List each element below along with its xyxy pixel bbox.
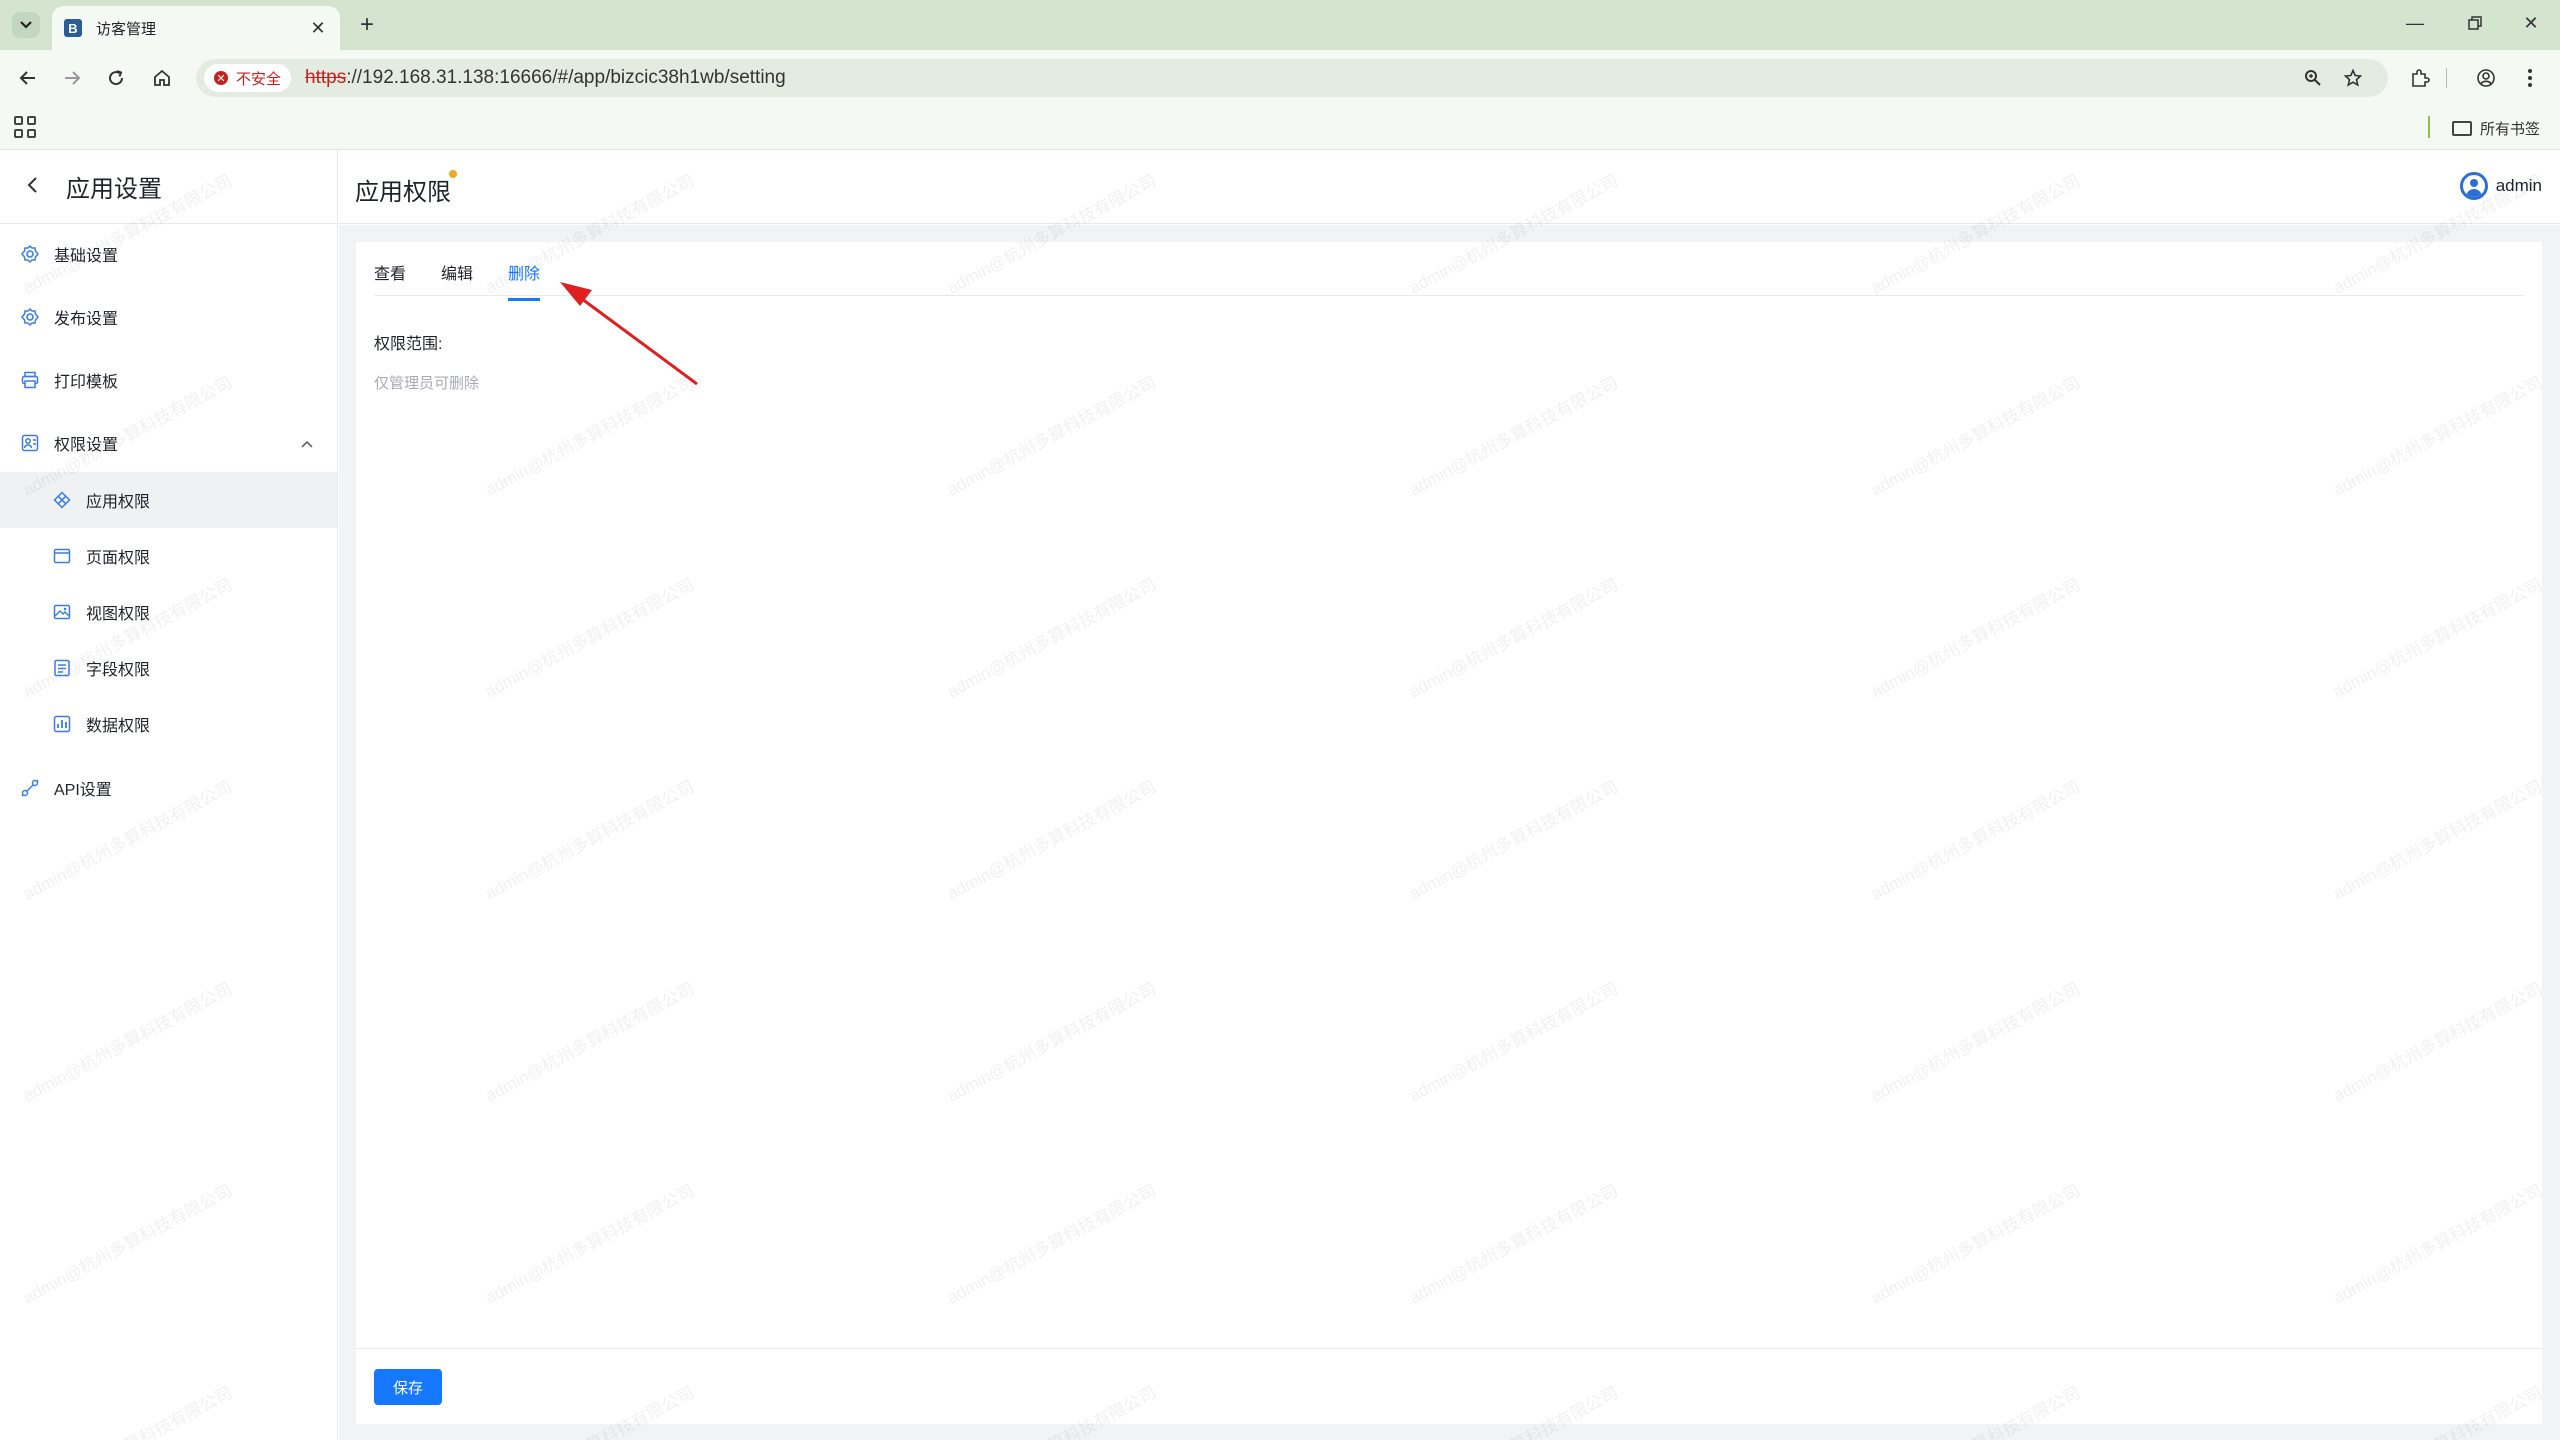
page-header: 应用权限 admin [339, 150, 2560, 224]
home-button[interactable] [146, 62, 178, 94]
extensions-button[interactable] [2404, 62, 2436, 94]
avatar-icon [2459, 172, 2488, 200]
url-text[interactable]: https://192.168.31.138:16666/#/app/bizci… [305, 67, 786, 89]
sidebar-subitem-data-permission[interactable]: 数据权限 [0, 696, 337, 752]
sidebar-subitem-view-permission[interactable]: 视图权限 [0, 584, 337, 640]
sidebar-subitem-label: 数据权限 [86, 718, 151, 735]
puzzle-icon [2412, 69, 2430, 87]
gear-icon [20, 244, 40, 264]
tab-search-button[interactable] [12, 12, 40, 38]
all-bookmarks-label: 所有书签 [2480, 120, 2541, 138]
sidebar-title: 应用设置 [66, 176, 162, 203]
permission-icon [20, 433, 40, 453]
new-tab-button[interactable]: + [352, 10, 382, 40]
printer-icon [20, 370, 40, 390]
security-chip[interactable]: ✕ 不安全 [204, 64, 292, 92]
permission-panel: 查看 编辑 删除 权限范围: 仅管理员可删除 保存 [356, 242, 2542, 1424]
url-scheme: https [305, 67, 347, 88]
sidebar-item-permission-settings[interactable]: 权限设置 [0, 415, 337, 471]
field-icon [52, 658, 72, 678]
profile-button[interactable] [2470, 62, 2502, 94]
toolbar-divider [2446, 68, 2447, 88]
sidebar-header: 应用设置 [0, 150, 337, 224]
sidebar-item-label: 权限设置 [54, 437, 119, 454]
sidebar-item-label: API设置 [54, 782, 112, 799]
close-tab-icon[interactable]: ✕ [308, 18, 328, 39]
app-permission-icon [52, 490, 72, 510]
all-bookmarks-button[interactable]: 所有书签 [2452, 116, 2540, 140]
minimize-button[interactable]: — [2392, 8, 2438, 38]
save-button[interactable]: 保存 [374, 1369, 442, 1405]
restore-button[interactable] [2452, 8, 2498, 38]
browser-tabstrip: B 访客管理 ✕ + — ✕ [0, 0, 2560, 50]
restore-icon [2468, 16, 2482, 30]
profile-icon [2477, 69, 2495, 87]
folder-icon [2452, 120, 2472, 136]
back-button[interactable] [12, 62, 44, 94]
forward-button[interactable] [56, 62, 88, 94]
tab-title: 访客管理 [96, 20, 157, 38]
sidebar-item-label: 打印模板 [54, 374, 119, 391]
warning-icon: ✕ [214, 71, 228, 85]
unsaved-indicator-dot [449, 170, 457, 178]
sidebar-subitem-label: 字段权限 [86, 662, 151, 679]
sidebar-item-basic-settings[interactable]: 基础设置 [0, 226, 337, 282]
browser-tab[interactable]: B 访客管理 ✕ [52, 6, 340, 50]
close-window-button[interactable]: ✕ [2508, 8, 2554, 38]
more-vertical-icon [2528, 69, 2532, 87]
sidebar-item-publish-settings[interactable]: 发布设置 [0, 289, 337, 345]
home-icon [154, 69, 170, 86]
chevron-down-icon [20, 21, 32, 29]
page-icon [52, 546, 72, 566]
browser-menu-button[interactable] [2514, 62, 2546, 94]
reload-icon [109, 70, 124, 86]
zoom-icon[interactable] [2298, 63, 2328, 93]
sidebar-subitem-page-permission[interactable]: 页面权限 [0, 528, 337, 584]
sidebar-subitem-field-permission[interactable]: 字段权限 [0, 640, 337, 696]
sidebar-subitem-label: 应用权限 [86, 494, 151, 511]
back-chevron-icon[interactable] [26, 174, 46, 200]
permission-tabs: 查看 编辑 删除 [374, 242, 2524, 301]
apps-grid-icon[interactable] [14, 116, 36, 138]
address-bar[interactable]: ✕ 不安全 https://192.168.31.138:16666/#/app… [196, 59, 2388, 97]
security-label: 不安全 [236, 70, 282, 88]
sidebar-subitem-label: 页面权限 [86, 550, 151, 567]
tab-edit[interactable]: 编辑 [441, 260, 473, 298]
page-title: 应用权限 [355, 179, 451, 206]
panel-footer: 保存 [356, 1348, 2542, 1424]
permission-scope-value: 仅管理员可删除 [374, 375, 480, 392]
permission-scope-label: 权限范围: [374, 336, 443, 353]
arrow-left-icon [19, 71, 35, 85]
arrow-right-icon [65, 71, 81, 85]
api-icon [20, 778, 40, 798]
user-menu[interactable]: admin [2459, 172, 2542, 200]
sidebar-item-label: 基础设置 [54, 248, 119, 265]
tab-view[interactable]: 查看 [374, 260, 406, 298]
reload-button[interactable] [100, 62, 132, 94]
sidebar-item-print-template[interactable]: 打印模板 [0, 352, 337, 408]
gear-icon [20, 307, 40, 327]
sidebar-item-label: 发布设置 [54, 311, 119, 328]
bookmark-star-icon[interactable] [2338, 63, 2368, 93]
chevron-up-icon[interactable] [301, 435, 313, 451]
tab-delete[interactable]: 删除 [508, 260, 541, 301]
data-icon [52, 714, 72, 734]
app-favicon-icon: B [64, 19, 82, 37]
browser-toolbar: ✕ 不安全 https://192.168.31.138:16666/#/app… [0, 50, 2560, 106]
image-icon [52, 602, 72, 622]
bookmarks-bar: 所有书签 [0, 106, 2560, 150]
sidebar-subitem-app-permission[interactable]: 应用权限 [0, 472, 337, 528]
username: admin [2495, 176, 2542, 195]
settings-sidebar: 应用设置 基础设置 发布设置 打印模板 权限设置 应用权限 页面权限 视图权限 … [0, 150, 338, 1440]
url-rest: ://192.168.31.138:16666/#/app/bizcic38h1… [346, 67, 786, 88]
sidebar-item-api-settings[interactable]: API设置 [0, 760, 337, 816]
sidebar-subitem-label: 视图权限 [86, 606, 151, 623]
bookmarks-separator [2428, 116, 2430, 138]
